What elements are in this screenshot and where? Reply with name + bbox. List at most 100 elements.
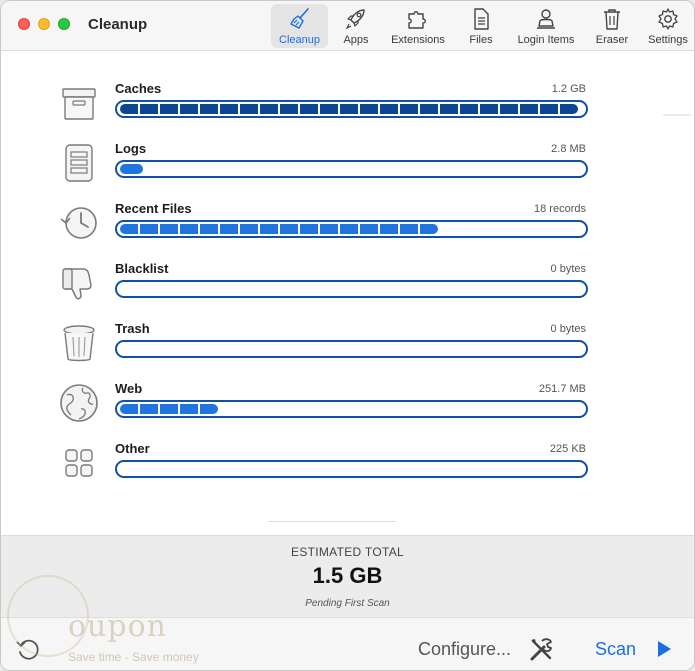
progress-segment	[240, 224, 258, 234]
tab-apps-label: Apps	[343, 34, 369, 46]
progress-segment	[140, 224, 158, 234]
category-name: Blacklist	[115, 261, 169, 276]
progress-segment	[300, 104, 318, 114]
tab-extensions[interactable]: Extensions	[387, 4, 449, 48]
progress-segment	[280, 224, 298, 234]
globe-icon	[60, 384, 98, 422]
trash-bin-icon	[63, 325, 95, 362]
progress-segment	[200, 224, 218, 234]
category-progress-bar	[115, 280, 588, 298]
category-name: Caches	[115, 81, 162, 96]
category-size: 251.7 MB	[538, 383, 586, 395]
category-progress-bar	[115, 220, 588, 238]
watermark-text: oupon	[68, 609, 167, 644]
tab-files-label: Files	[469, 34, 493, 46]
progress-segment	[140, 104, 158, 114]
broom-icon	[289, 8, 309, 29]
category-progress-bar	[115, 400, 588, 418]
tab-files[interactable]: Files	[463, 4, 499, 48]
watermark-tagline: Save time - Save money	[68, 650, 199, 664]
tab-login-items[interactable]: Login Items	[513, 4, 579, 48]
scan-button[interactable]: Scan	[595, 639, 636, 660]
category-progress-bar	[115, 160, 588, 178]
category-name: Logs	[115, 141, 147, 156]
progress-segment	[340, 104, 358, 114]
progress-segment	[200, 404, 218, 414]
progress-segment	[420, 104, 438, 114]
zoom-window-button[interactable]	[58, 18, 70, 30]
progress-segment	[400, 224, 418, 234]
category-name: Other	[115, 441, 150, 456]
close-window-button[interactable]	[18, 18, 30, 30]
category-progress-bar	[115, 460, 588, 478]
progress-segment	[200, 104, 218, 114]
tab-eraser-label: Eraser	[595, 34, 629, 46]
category-size: 225 KB	[549, 443, 586, 455]
category-progress-bar	[115, 340, 588, 358]
progress-segment	[360, 104, 378, 114]
estimated-total-value: 1.5 GB	[312, 563, 383, 588]
progress-segment	[180, 224, 198, 234]
progress-segment	[120, 404, 138, 414]
title-bar: Cleanup Cleanup Apps Extensions Files Lo…	[1, 1, 694, 51]
tab-cleanup[interactable]: Cleanup	[271, 4, 328, 48]
category-row-web[interactable]: Web 251.7 MB	[1, 381, 694, 441]
window-title: Cleanup	[88, 16, 148, 33]
progress-segment	[180, 104, 198, 114]
tab-eraser[interactable]: Eraser	[591, 4, 633, 48]
progress-segment	[500, 104, 518, 114]
progress-segment	[320, 224, 338, 234]
category-row-other[interactable]: Other 225 KB	[1, 441, 694, 501]
log-file-icon	[65, 144, 93, 182]
category-size: 2.8 MB	[551, 143, 586, 155]
box-icon	[62, 88, 96, 120]
progress-segment	[240, 104, 258, 114]
progress-segment	[160, 224, 178, 234]
progress-segment	[540, 104, 558, 114]
progress-segment	[380, 104, 398, 114]
progress-segment	[480, 104, 498, 114]
configure-button[interactable]: Configure...	[418, 639, 511, 660]
minimize-window-button[interactable]	[38, 18, 50, 30]
tab-cleanup-label: Cleanup	[279, 34, 320, 46]
history-clock-icon	[60, 207, 97, 239]
category-name: Recent Files	[115, 201, 192, 216]
progress-segment	[160, 104, 178, 114]
gear-icon	[658, 8, 678, 30]
category-size: 0 bytes	[550, 323, 586, 335]
person-icon	[537, 9, 555, 29]
progress-segment	[560, 104, 578, 114]
progress-segment	[260, 104, 278, 114]
rocket-icon	[345, 9, 365, 30]
progress-segment	[260, 224, 278, 234]
category-row-caches[interactable]: Caches 1.2 GB	[1, 81, 694, 141]
play-icon[interactable]	[656, 640, 672, 658]
estimated-total-label: ESTIMATED TOTAL	[291, 545, 404, 559]
progress-segment	[440, 104, 458, 114]
category-row-logs[interactable]: Logs 2.8 MB	[1, 141, 694, 201]
progress-segment	[460, 104, 478, 114]
progress-segment	[300, 224, 318, 234]
progress-segment	[320, 104, 338, 114]
progress-segment	[120, 164, 144, 174]
tools-icon[interactable]	[527, 636, 555, 664]
category-row-blacklist[interactable]: Blacklist 0 bytes	[1, 261, 694, 321]
trash-icon	[604, 9, 620, 30]
progress-segment	[120, 104, 138, 114]
category-size: 18 records	[534, 203, 586, 215]
progress-segment	[400, 104, 418, 114]
category-row-recent-files[interactable]: Recent Files 18 records	[1, 201, 694, 261]
category-row-trash[interactable]: Trash 0 bytes	[1, 321, 694, 381]
progress-segment	[160, 404, 178, 414]
tab-settings[interactable]: Settings	[644, 4, 692, 48]
category-size: 0 bytes	[550, 263, 586, 275]
progress-segment	[140, 404, 158, 414]
category-name: Trash	[115, 321, 150, 336]
progress-segment	[380, 224, 398, 234]
tab-extensions-label: Extensions	[391, 34, 445, 46]
progress-segment	[220, 224, 238, 234]
tab-apps[interactable]: Apps	[334, 4, 378, 48]
tab-login-items-label: Login Items	[517, 34, 575, 46]
category-progress-bar	[115, 100, 588, 118]
progress-segment	[340, 224, 358, 234]
